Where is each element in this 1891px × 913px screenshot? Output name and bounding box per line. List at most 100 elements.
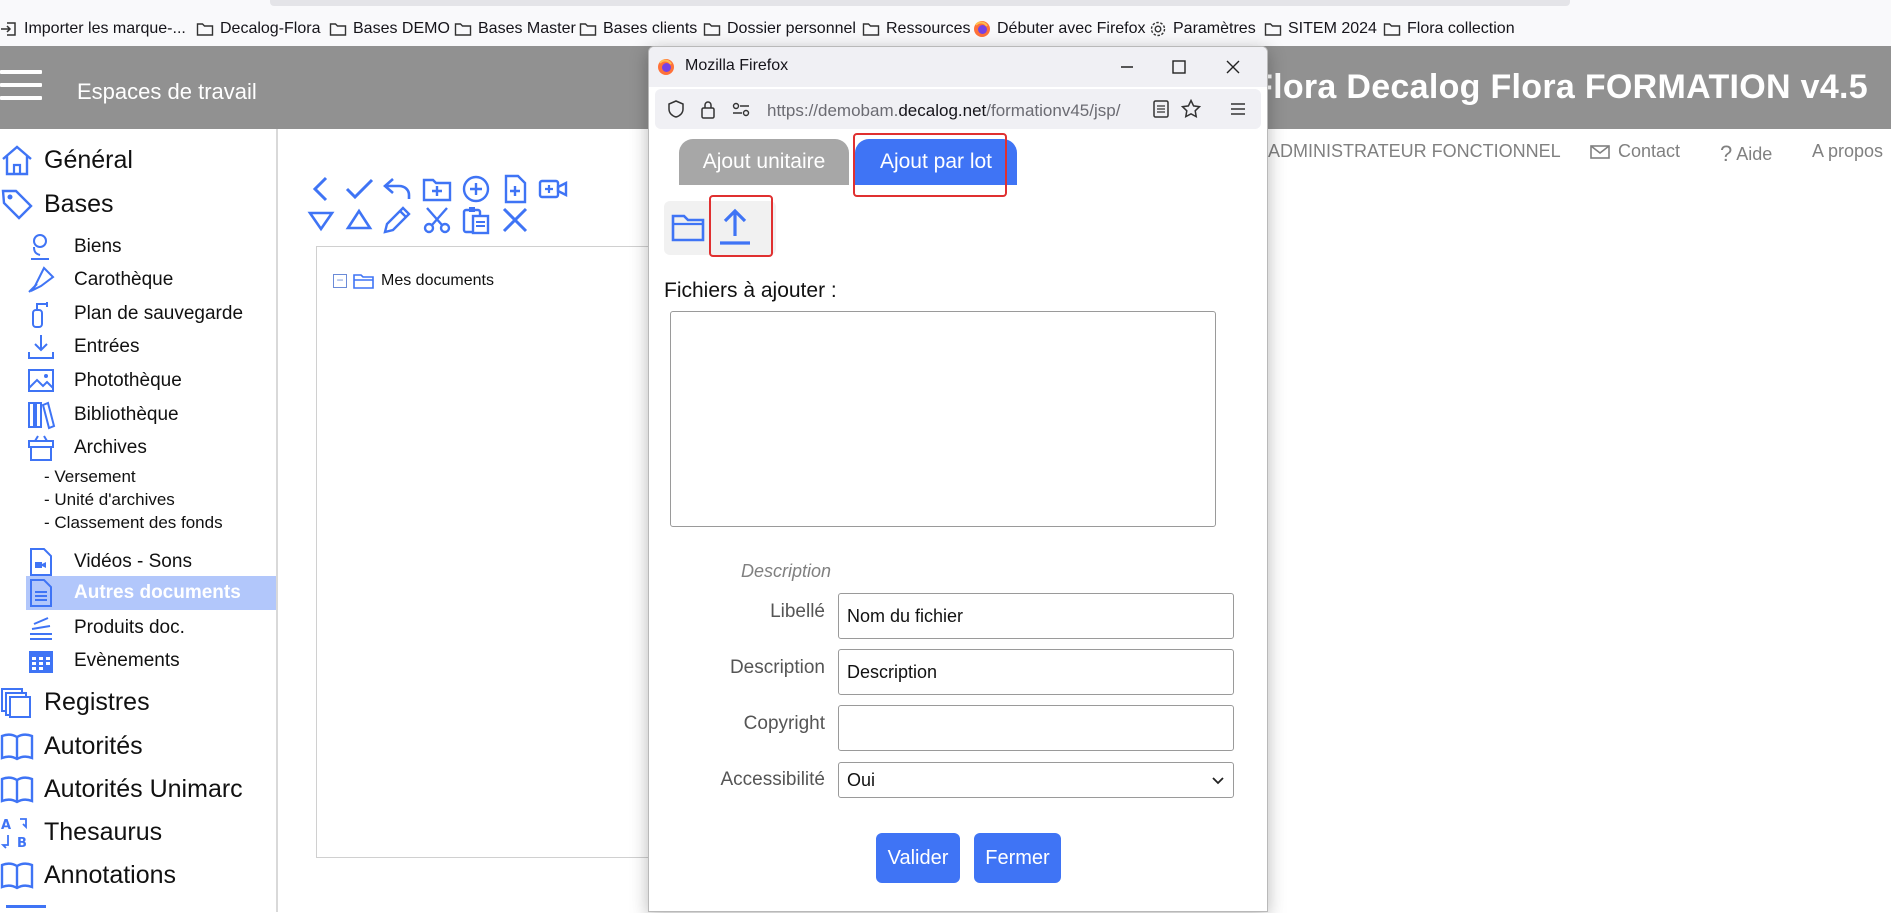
user-role[interactable]: ADMINISTRATEUR FONCTIONNEL: [1268, 141, 1561, 162]
sidebar-item-entrees[interactable]: Entrées: [26, 332, 139, 362]
bust-icon: [31, 234, 49, 260]
bookmark-bases-master[interactable]: Bases Master: [454, 18, 576, 40]
valider-button[interactable]: Valider: [876, 833, 960, 883]
sidebar-item-evenements[interactable]: Evènements: [26, 646, 180, 676]
fermer-button[interactable]: Fermer: [974, 833, 1061, 883]
files-to-add-list[interactable]: [670, 311, 1216, 527]
bookmark-sitem-2024[interactable]: SITEM 2024: [1264, 18, 1377, 40]
image-icon: [28, 369, 54, 392]
maximize-icon[interactable]: [1165, 53, 1193, 81]
hamburger-menu-icon[interactable]: [0, 70, 42, 104]
add-circle-icon[interactable]: [461, 174, 491, 204]
sidebar-item-carotheque[interactable]: Carothèque: [26, 265, 173, 295]
mail-icon: [1590, 144, 1610, 159]
help-link[interactable]: ? Aide: [1720, 141, 1772, 167]
bookmark-label: Dossier personnel: [727, 20, 856, 37]
sidebar-item-unite-archives[interactable]: - Unité d'archives: [44, 490, 175, 510]
about-link[interactable]: A propos: [1812, 141, 1883, 162]
popup-url-bar[interactable]: https://demobam.decalog.net/formationv45…: [655, 89, 1261, 129]
move-down-icon[interactable]: [306, 205, 336, 235]
folder-browse-icon[interactable]: [671, 211, 705, 243]
delete-x-icon[interactable]: [500, 205, 530, 235]
video-file-icon: [30, 548, 52, 576]
reader-view-icon[interactable]: [1152, 99, 1170, 119]
tab-ajout-unitaire[interactable]: Ajout unitaire: [679, 139, 849, 185]
sidebar-item-biens[interactable]: Biens: [26, 232, 122, 262]
shield-icon[interactable]: [667, 100, 685, 118]
sidebar-item-general[interactable]: Général: [0, 143, 133, 177]
sidebar-item-autorites-unimarc[interactable]: Autorités Unimarc: [0, 772, 243, 806]
bookmark-label: Paramètres: [1173, 20, 1256, 37]
popup-titlebar: Mozilla Firefox: [649, 47, 1267, 87]
archive-box-icon: [28, 435, 54, 461]
check-icon[interactable]: [344, 174, 374, 204]
sidebar-item-label: Thesaurus: [44, 817, 163, 846]
lock-icon[interactable]: [699, 99, 717, 119]
sidebar-item-plan-sauvegarde[interactable]: Plan de sauvegarde: [26, 299, 243, 329]
chevron-down-icon: [1212, 777, 1224, 785]
tree-node-label: Mes documents: [381, 272, 494, 289]
bookmark-flora-collection[interactable]: Flora collection: [1383, 18, 1515, 40]
add-file-icon[interactable]: [500, 174, 530, 204]
bookmark-parametres[interactable]: Paramètres: [1149, 18, 1256, 40]
minimize-icon[interactable]: [1113, 53, 1141, 81]
popup-title: Mozilla Firefox: [685, 57, 789, 74]
highlight-tab-lot: [853, 133, 1007, 197]
workspace-label[interactable]: Espaces de travail: [77, 79, 257, 105]
bookmark-ressources[interactable]: Ressources: [862, 18, 970, 40]
folder-open-icon: [353, 274, 374, 289]
copyright-input[interactable]: [838, 705, 1234, 751]
sidebar-item-videos-sons[interactable]: Vidéos - Sons: [26, 547, 192, 577]
firefox-icon: [974, 21, 990, 37]
bookmark-bases-demo[interactable]: Bases DEMO: [329, 18, 450, 40]
sidebar-item-thesaurus[interactable]: AB Thesaurus: [0, 815, 162, 849]
sidebar-item-autres-documents[interactable]: Autres documents: [26, 576, 276, 610]
sidebar-item-produits-doc[interactable]: Produits doc.: [26, 613, 185, 643]
sidebar-item-registres[interactable]: Registres: [0, 685, 150, 719]
tab-strip-edge: [270, 0, 1570, 6]
popup-url[interactable]: https://demobam.decalog.net/formationv45…: [767, 101, 1147, 121]
description-input[interactable]: Description: [838, 649, 1234, 695]
sidebar-item-bibliotheque[interactable]: Bibliothèque: [26, 400, 179, 430]
move-up-icon[interactable]: [344, 205, 374, 235]
tree-node-mes-documents[interactable]: − Mes documents: [333, 272, 494, 290]
menu-icon[interactable]: [1229, 100, 1247, 118]
edit-pencil-icon[interactable]: [382, 205, 412, 235]
bookmark-debuter-firefox[interactable]: Débuter avec Firefox: [973, 18, 1146, 40]
sidebar-item-annotations[interactable]: Annotations: [0, 858, 176, 892]
libelle-input[interactable]: Nom du fichier: [838, 593, 1234, 639]
accessibilite-select[interactable]: Oui: [838, 762, 1234, 798]
bookmark-star-icon[interactable]: [1181, 99, 1201, 119]
bookmark-dossier-personnel[interactable]: Dossier personnel: [703, 18, 856, 40]
sidebar-item-label: Plan de sauvegarde: [74, 303, 244, 324]
scissors-icon[interactable]: [422, 205, 452, 235]
sidebar-item-phototheque[interactable]: Photothèque: [26, 366, 182, 396]
about-label: A propos: [1812, 141, 1884, 161]
add-video-icon[interactable]: [538, 174, 568, 204]
sidebar-item-archives[interactable]: Archives: [26, 433, 147, 463]
copyright-label: Copyright: [743, 713, 825, 734]
contact-link[interactable]: Contact: [1590, 141, 1680, 162]
bookmark-label: Bases clients: [603, 20, 698, 37]
add-folder-icon[interactable]: [422, 174, 452, 204]
fire-extinguisher-icon: [32, 302, 48, 328]
url-prefix: https://demobam.: [767, 101, 899, 120]
sidebar-item-classement-fonds[interactable]: - Classement des fonds: [44, 513, 223, 533]
sidebar-item-autorites[interactable]: Autorités: [0, 729, 143, 763]
undo-icon[interactable]: [382, 174, 412, 204]
sidebar-item-label: Entrées: [74, 336, 140, 357]
sidebar-item-versement[interactable]: - Versement: [44, 467, 136, 487]
import-icon: [1, 22, 16, 36]
close-icon[interactable]: [1219, 53, 1247, 81]
bookmark-import[interactable]: Importer les marque-...: [0, 18, 186, 40]
bookmark-decalog-flora[interactable]: Decalog-Flora: [196, 18, 320, 40]
collapse-toggle-icon[interactable]: −: [333, 274, 347, 288]
permissions-icon[interactable]: [731, 100, 751, 118]
bookmark-bases-clients[interactable]: Bases clients: [579, 18, 697, 40]
home-icon: [2, 145, 32, 176]
sidebar-item-bases[interactable]: Bases: [0, 187, 113, 221]
back-icon[interactable]: [306, 174, 336, 204]
paste-icon[interactable]: [461, 205, 491, 235]
books-icon: [28, 401, 56, 430]
sidebar-item-label: Annotations: [44, 860, 177, 889]
